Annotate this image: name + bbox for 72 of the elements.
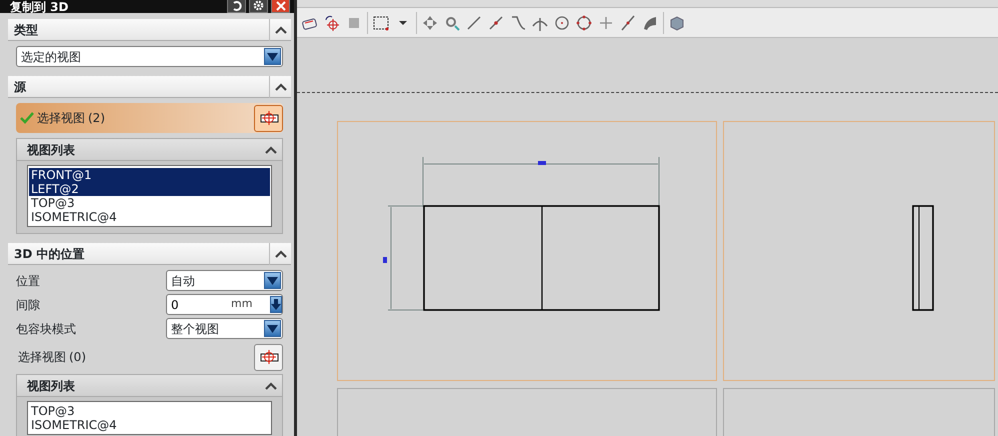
section-title: 视图列表 <box>27 378 75 394</box>
circle-tool-button[interactable] <box>575 14 593 32</box>
line-icon <box>465 14 483 32</box>
field-label: 包容块模式 <box>16 320 76 338</box>
curve-tool-button[interactable] <box>509 14 527 32</box>
list-item[interactable]: ISOMETRIC@4 <box>29 418 270 432</box>
dropdown-arrow-icon <box>267 324 278 332</box>
list-item[interactable]: FRONT@1 <box>29 168 270 182</box>
field-label: 位置 <box>16 272 40 290</box>
settings-button[interactable] <box>249 0 268 13</box>
section-title: 类型 <box>14 22 38 38</box>
dropdown-value: 自动 <box>171 272 195 290</box>
circle-icon <box>575 14 593 32</box>
select-view-button[interactable] <box>254 344 283 370</box>
collapse-icon <box>274 250 286 258</box>
dropdown-arrow-icon <box>267 276 278 284</box>
collapse-icon <box>265 382 277 390</box>
cube-icon <box>668 14 686 32</box>
reset-button[interactable] <box>227 0 246 13</box>
list-item[interactable]: LEFT@2 <box>29 182 270 196</box>
dropdown-arrow-icon <box>267 52 278 60</box>
list-item[interactable]: ISOMETRIC@4 <box>29 210 270 224</box>
dropdown-arrow-button[interactable] <box>264 320 281 337</box>
dropdown-arrow-button[interactable] <box>264 272 281 289</box>
unit-label: mm <box>231 296 252 312</box>
close-icon <box>276 0 286 10</box>
down-arrow-icon <box>271 299 282 310</box>
dropdown-value: 选定的视图 <box>21 48 81 66</box>
list-item[interactable]: TOP@3 <box>29 196 270 210</box>
collapse-icon <box>274 82 286 90</box>
gap-input[interactable]: 0 <box>171 296 231 314</box>
selection-box-icon <box>372 14 390 32</box>
section-title: 视图列表 <box>27 142 75 158</box>
circle-tool-button[interactable] <box>553 14 571 32</box>
caret-icon <box>399 20 407 24</box>
line-tool-button[interactable] <box>487 14 505 32</box>
line-icon <box>487 14 505 32</box>
close-button[interactable] <box>271 0 290 13</box>
cube-tool-button[interactable] <box>668 14 686 32</box>
number-field[interactable]: 0 mm <box>166 294 283 315</box>
dropdown-field[interactable]: 整个视图 <box>166 318 283 339</box>
dropdown-value: 整个视图 <box>171 320 219 338</box>
select-view-button[interactable] <box>254 104 283 132</box>
window-title: 复制到 3D <box>10 1 68 13</box>
reset-icon <box>232 0 242 10</box>
selection-box-tool-button[interactable] <box>372 14 390 32</box>
field-label: 间隙 <box>16 296 40 314</box>
move-tool-button[interactable] <box>421 14 439 32</box>
collapse-icon <box>265 146 277 154</box>
selection-label: 选择视图 <box>18 349 66 366</box>
unit-menu-button[interactable] <box>270 296 282 313</box>
dropdown-field[interactable]: 自动 <box>166 270 283 291</box>
move-icon <box>421 14 439 32</box>
line-tool-button[interactable] <box>619 14 637 32</box>
crosshair-icon <box>323 14 341 32</box>
line-tool-button[interactable] <box>465 14 483 32</box>
crosshair-icon <box>258 110 280 126</box>
selection-count: (2) <box>88 110 105 127</box>
list-item[interactable]: TOP@3 <box>29 404 270 418</box>
selection-count: (0) <box>69 349 86 366</box>
crosshair-tool-button[interactable] <box>323 14 341 32</box>
circle-icon <box>553 14 571 32</box>
type-dropdown[interactable]: 选定的视图 <box>16 46 283 67</box>
dropdown-arrow-button[interactable] <box>264 48 281 65</box>
collapse-icon <box>274 26 286 34</box>
section-title: 源 <box>14 78 26 96</box>
curve-icon <box>509 14 527 32</box>
settings-icon <box>253 0 264 11</box>
selection-label: 选择视图 <box>37 110 85 127</box>
crosshair-icon <box>258 349 280 365</box>
line-icon <box>619 14 637 32</box>
section-title: 3D 中的位置 <box>14 246 84 262</box>
